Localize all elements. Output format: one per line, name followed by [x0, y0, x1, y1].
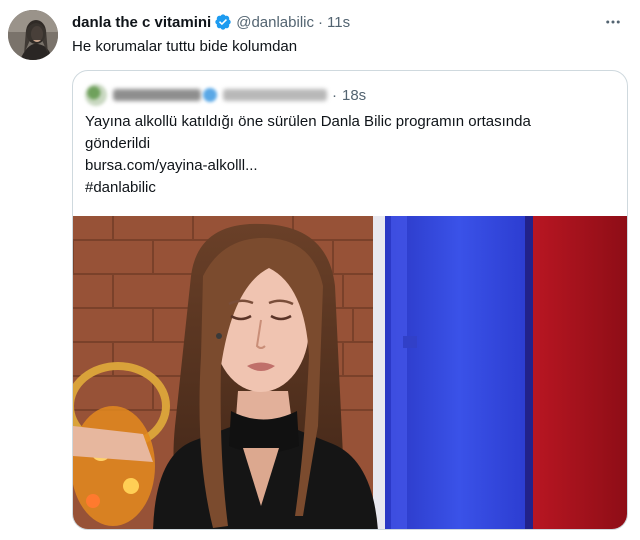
tweet[interactable]: danla the c vitamini @danlabilic · 11s H…: [0, 0, 640, 540]
tweet-text: He korumalar tuttu bide kolumdan: [72, 38, 298, 55]
quoted-author-avatar[interactable]: [85, 84, 107, 106]
quoted-author-name-blurred: [113, 89, 201, 101]
quoted-text-line: gönderildi: [85, 135, 151, 152]
verified-badge-icon: [214, 13, 232, 31]
separator-dot: ·: [332, 86, 337, 104]
tv-show-photo-icon: [73, 216, 627, 529]
verified-badge-icon: [203, 88, 217, 102]
quoted-media-photo[interactable]: [73, 216, 627, 529]
tweet-header: danla the c vitamini @danlabilic · 11s: [72, 12, 350, 32]
more-options-icon[interactable]: [600, 12, 626, 32]
author-handle[interactable]: @danlabilic: [236, 14, 314, 31]
quoted-link[interactable]: bursa.com/yayina-alkolll...: [85, 155, 615, 177]
tweet-timestamp[interactable]: 11s: [327, 14, 350, 31]
quoted-tweet-timestamp[interactable]: 18s: [342, 87, 366, 104]
quoted-tweet[interactable]: · 18s Yayına alkollü katıldığı öne sürül…: [72, 70, 628, 530]
quoted-author-handle-blurred: [223, 89, 327, 101]
quoted-hashtag[interactable]: #danlabilic: [85, 177, 615, 199]
quoted-tweet-header: · 18s: [85, 84, 366, 106]
author-display-name[interactable]: danla the c vitamini: [72, 14, 211, 31]
quoted-text-line: Yayına alkollü katıldığı öne sürülen Dan…: [85, 113, 531, 130]
profile-photo-icon: [8, 10, 58, 60]
quoted-tweet-text: Yayına alkollü katıldığı öne sürülen Dan…: [85, 111, 615, 199]
separator-dot: ·: [318, 13, 323, 31]
author-avatar[interactable]: [8, 10, 58, 60]
